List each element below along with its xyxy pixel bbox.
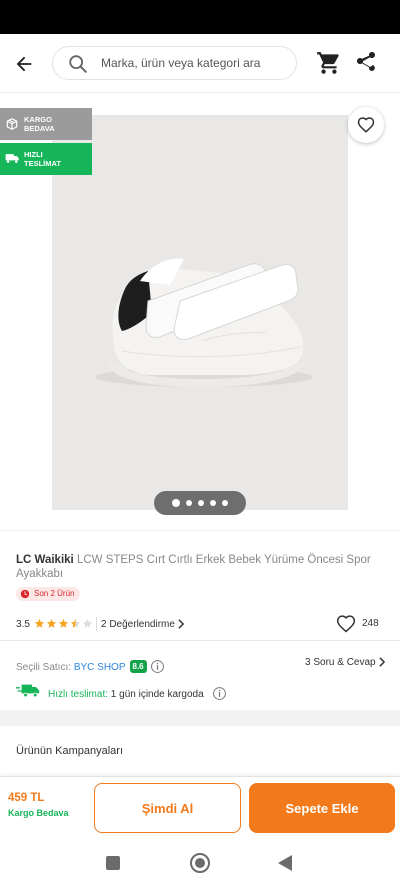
product-image[interactable] bbox=[52, 115, 348, 510]
heart-icon bbox=[357, 117, 375, 133]
seller-label: Seçili Satıcı: bbox=[16, 662, 74, 673]
chevron-right-icon bbox=[378, 657, 385, 667]
free-shipping-badge-line1: KARGO bbox=[24, 115, 52, 124]
truck-icon bbox=[16, 684, 40, 698]
heart-outline-icon[interactable] bbox=[336, 614, 356, 634]
rating-value: 3.5 bbox=[16, 619, 30, 630]
favorite-count: 248 bbox=[362, 618, 379, 629]
search-icon bbox=[69, 55, 87, 73]
seller-name-link[interactable]: BYC SHOP bbox=[74, 662, 126, 673]
stock-tag-text: Son 2 Ürün bbox=[34, 589, 75, 598]
fast-delivery-badge: HIZLI TESLİMAT bbox=[0, 143, 92, 175]
rating-row: 3.5 2 Değerlendirme 248 bbox=[16, 614, 386, 634]
info-icon[interactable] bbox=[212, 686, 227, 701]
home-icon[interactable] bbox=[190, 853, 210, 873]
qa-link[interactable]: 3 Soru & Cevap bbox=[305, 657, 386, 668]
fast-delivery-badge-line1: HIZLI bbox=[24, 150, 43, 159]
product-info: LC Waikiki LCW STEPS Cırt Cırtlı Erkek B… bbox=[0, 530, 400, 640]
pager-dot-active[interactable] bbox=[172, 499, 180, 507]
product-brand[interactable]: LC Waikiki bbox=[16, 554, 74, 566]
back-button[interactable] bbox=[10, 50, 38, 78]
star-full-icon bbox=[58, 618, 69, 628]
price: 459 TL bbox=[8, 792, 45, 804]
fast-delivery-label: Hızlı teslimat: bbox=[48, 689, 109, 700]
top-bar bbox=[0, 34, 400, 92]
stock-tag: Son 2 Ürün bbox=[16, 587, 81, 601]
star-full-icon bbox=[46, 618, 57, 628]
fast-delivery-text: Hızlı teslimat: 1 gün içinde kargoda bbox=[48, 686, 227, 701]
add-to-cart-button[interactable]: Sepete Ekle bbox=[249, 783, 395, 833]
pager-dot[interactable] bbox=[186, 500, 192, 506]
rating-stars bbox=[34, 618, 93, 629]
star-full-icon bbox=[34, 618, 45, 628]
add-to-cart-label: Sepete Ekle bbox=[285, 800, 359, 816]
chevron-right-icon bbox=[178, 619, 185, 629]
buy-now-button[interactable]: Şimdi Al bbox=[94, 783, 241, 833]
fast-delivery-detail: 1 gün içinde kargoda bbox=[108, 689, 204, 700]
status-bar bbox=[0, 0, 400, 34]
pager-dot[interactable] bbox=[198, 500, 204, 506]
section-separator bbox=[0, 710, 400, 726]
truck-icon bbox=[5, 154, 19, 163]
free-shipping-badge-line2: BEDAVA bbox=[24, 124, 55, 133]
seller-row: Seçili Satıcı: BYC SHOP 8.6 bbox=[16, 659, 165, 674]
package-icon bbox=[6, 118, 18, 130]
search-box[interactable] bbox=[52, 46, 297, 80]
search-input[interactable] bbox=[101, 47, 291, 79]
star-empty-icon bbox=[82, 618, 93, 628]
recents-icon[interactable] bbox=[106, 856, 120, 870]
seller-score-badge: 8.6 bbox=[129, 660, 147, 673]
clock-icon bbox=[20, 589, 30, 599]
cart-icon bbox=[317, 52, 339, 74]
share-button[interactable] bbox=[354, 50, 378, 76]
product-gallery[interactable]: KARGO BEDAVA HIZLI TESLİMAT bbox=[0, 93, 400, 530]
shoe-illustration bbox=[96, 258, 312, 387]
back-arrow-icon bbox=[16, 56, 32, 72]
qa-label: 3 Soru & Cevap bbox=[305, 657, 376, 668]
reviews-link[interactable]: 2 Değerlendirme bbox=[101, 619, 185, 630]
pager-dot[interactable] bbox=[222, 500, 228, 506]
buy-now-label: Şimdi Al bbox=[141, 800, 194, 816]
system-nav-bar bbox=[0, 840, 400, 888]
free-shipping-badge: KARGO BEDAVA bbox=[0, 108, 92, 140]
info-icon[interactable] bbox=[150, 659, 165, 674]
campaign-title: Ürünün Kampanyaları bbox=[16, 745, 124, 757]
product-title: LC Waikiki LCW STEPS Cırt Cırtlı Erkek B… bbox=[16, 553, 376, 581]
star-half-icon bbox=[70, 618, 81, 628]
pager-dot[interactable] bbox=[210, 500, 216, 506]
purchase-bar: 459 TL Kargo Bedava Şimdi Al Sepete Ekle bbox=[0, 776, 400, 840]
reviews-label: 2 Değerlendirme bbox=[101, 619, 175, 630]
fast-delivery-row: Hızlı teslimat: 1 gün içinde kargoda bbox=[16, 683, 336, 701]
image-pager[interactable] bbox=[154, 491, 246, 515]
favorite-button[interactable] bbox=[348, 107, 384, 143]
seller-section: Seçili Satıcı: BYC SHOP 8.6 3 Soru & Ceva… bbox=[0, 640, 400, 710]
share-icon bbox=[357, 52, 375, 71]
cart-button[interactable] bbox=[316, 50, 342, 76]
campaign-section[interactable]: Ürünün Kampanyaları bbox=[0, 726, 400, 776]
shipping-label: Kargo Bedava bbox=[8, 808, 69, 818]
nav-back-icon[interactable] bbox=[278, 855, 292, 871]
rating-separator bbox=[96, 617, 97, 631]
fast-delivery-badge-line2: TESLİMAT bbox=[24, 159, 61, 168]
